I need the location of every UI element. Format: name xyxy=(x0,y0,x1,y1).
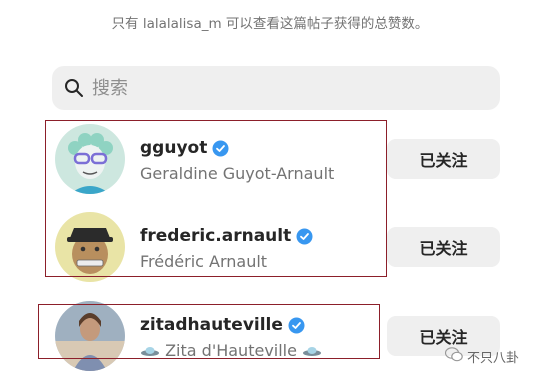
wechat-icon xyxy=(444,347,467,366)
highlight-box xyxy=(45,120,387,277)
highlight-box xyxy=(38,304,380,359)
following-button[interactable]: 已关注 xyxy=(387,227,500,267)
likes-visibility-notice: 只有 lalalalisa_m 可以查看这篇帖子获得的总赞数。 xyxy=(111,16,429,32)
watermark: 不只八卦 xyxy=(444,347,520,366)
following-button[interactable]: 已关注 xyxy=(387,139,500,179)
search-input[interactable] xyxy=(92,77,472,99)
watermark-text: 不只八卦 xyxy=(467,351,520,366)
search-bar[interactable] xyxy=(52,66,500,110)
search-icon xyxy=(64,78,84,98)
